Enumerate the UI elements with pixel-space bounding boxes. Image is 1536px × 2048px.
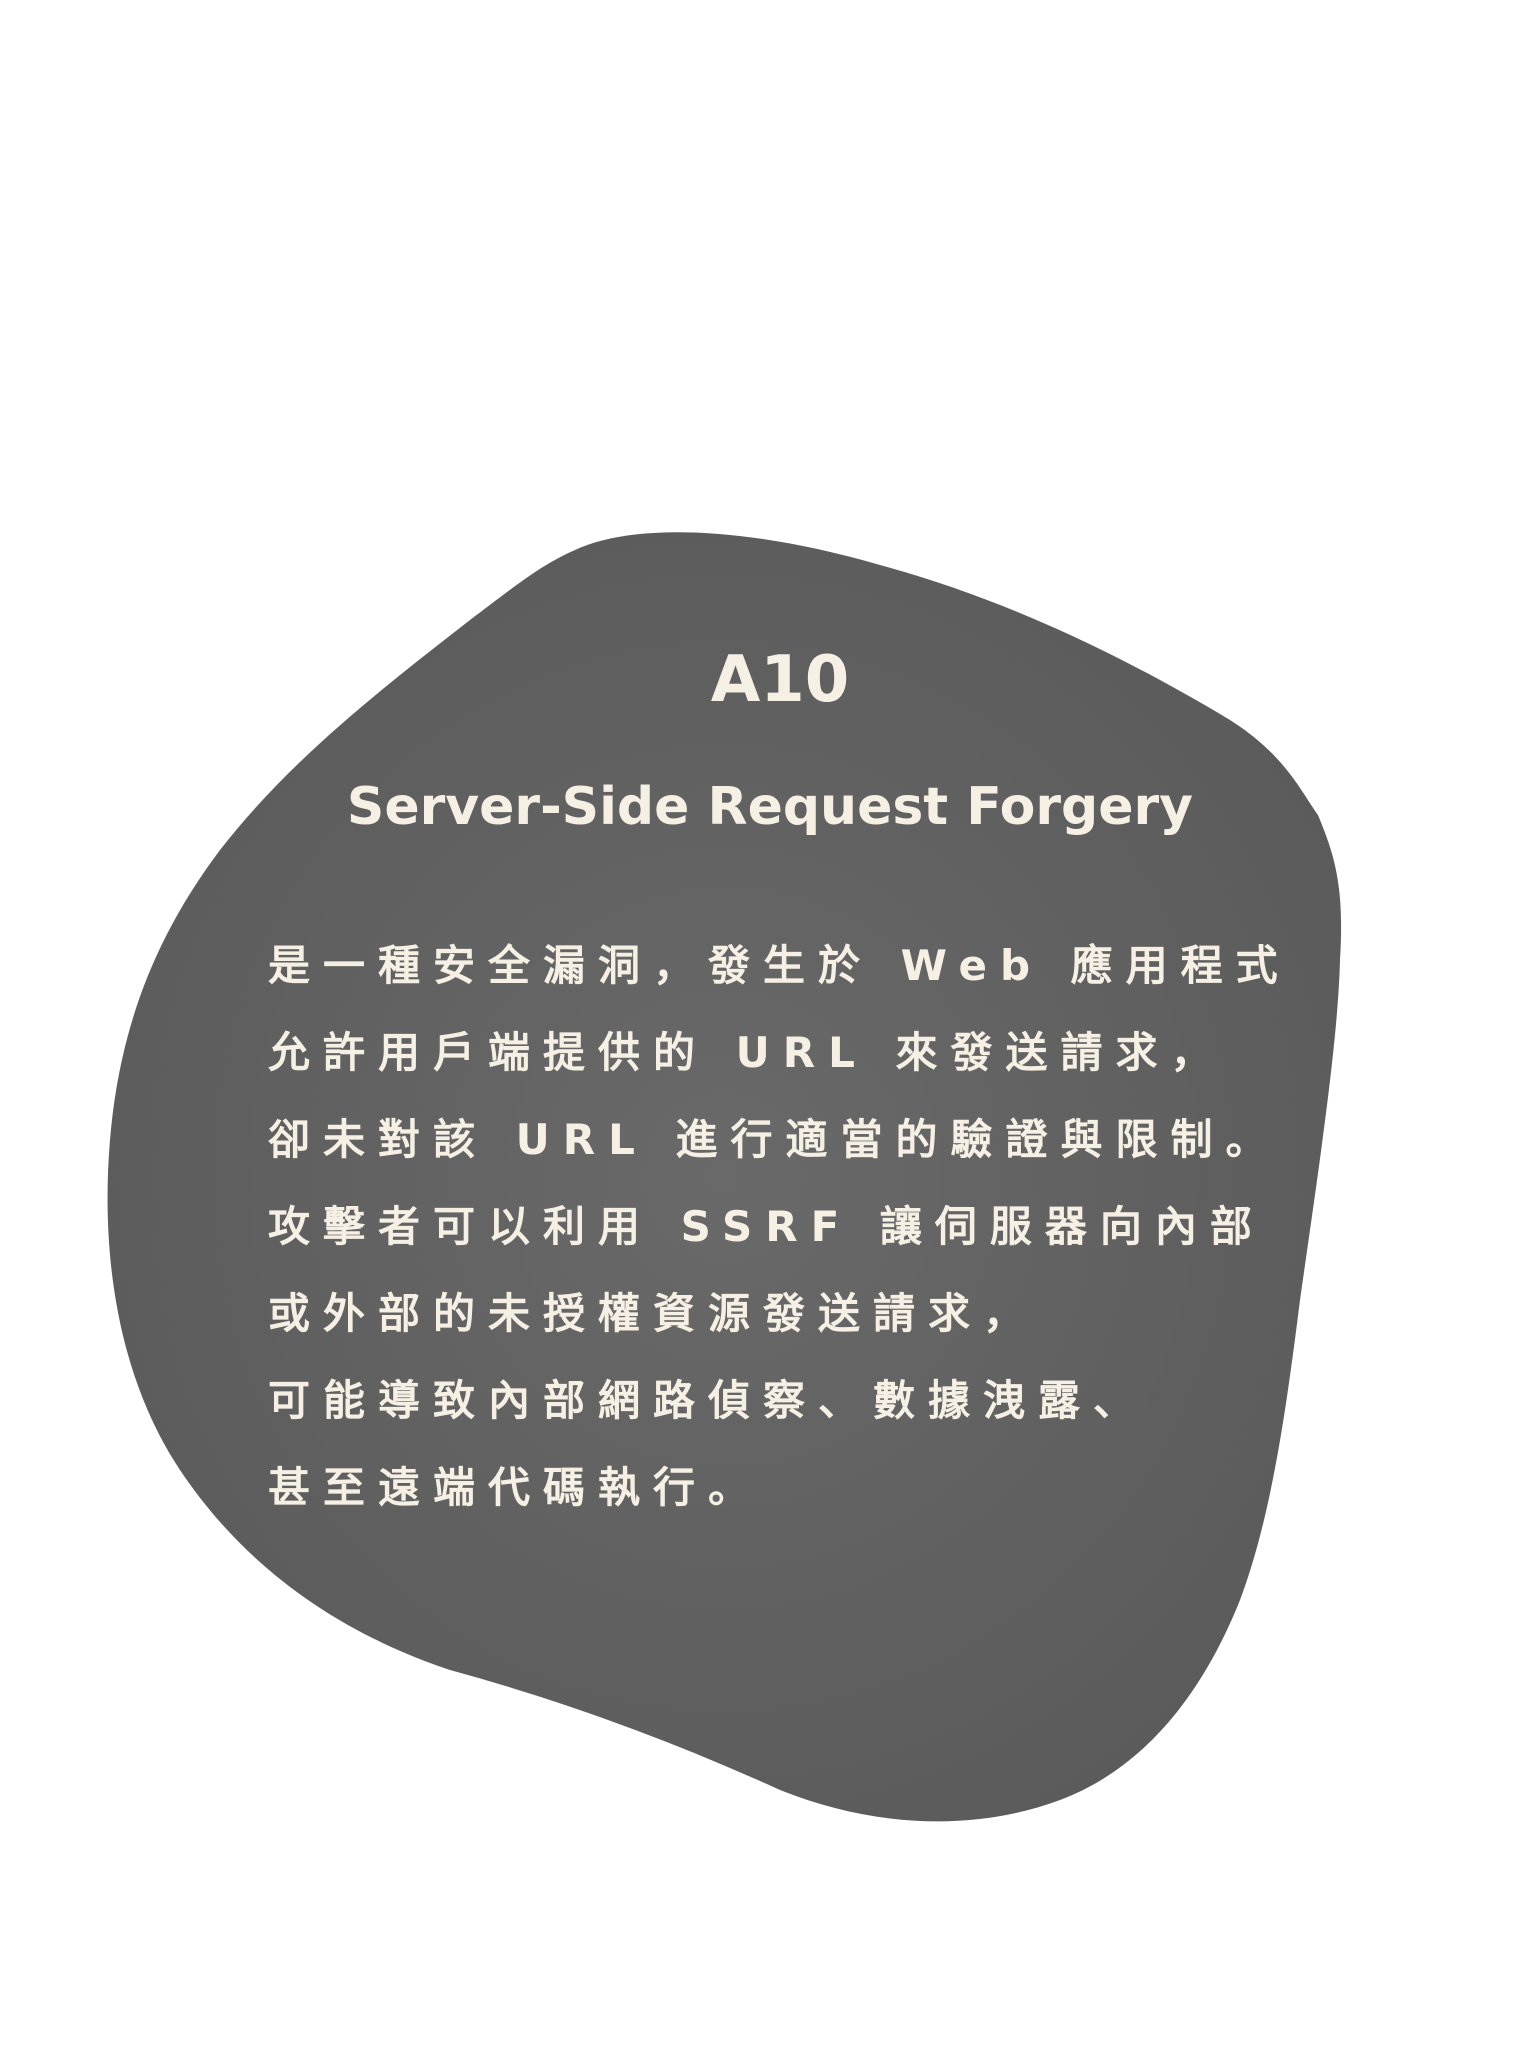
description-line: 允許用戶端提供的 URL 來發送請求， (268, 1028, 1226, 1077)
description: 是一種安全漏洞，發生於 Web 應用程式 允許用戶端提供的 URL 來發送請求，… (268, 922, 1291, 1531)
description-line: 是一種安全漏洞，發生於 Web 應用程式 (268, 941, 1291, 990)
description-line: 可能導致內部網路偵察、數據洩露、 (268, 1376, 1149, 1425)
category-title: Server-Side Request Forgery (346, 777, 1194, 837)
page: A10 Server-Side Request Forgery 是一種安全漏洞，… (0, 0, 1536, 2048)
category-code: A10 (710, 643, 850, 717)
description-line: 攻擊者可以利用 SSRF 讓伺服器向內部 (268, 1202, 1265, 1251)
description-line: 甚至遠端代碼執行。 (268, 1463, 764, 1512)
description-line: 卻未對該 URL 進行適當的驗證與限制。 (268, 1115, 1281, 1164)
description-line: 或外部的未授權資源發送請求， (268, 1289, 1039, 1338)
card-content: A10 Server-Side Request Forgery 是一種安全漏洞，… (0, 0, 1536, 2048)
